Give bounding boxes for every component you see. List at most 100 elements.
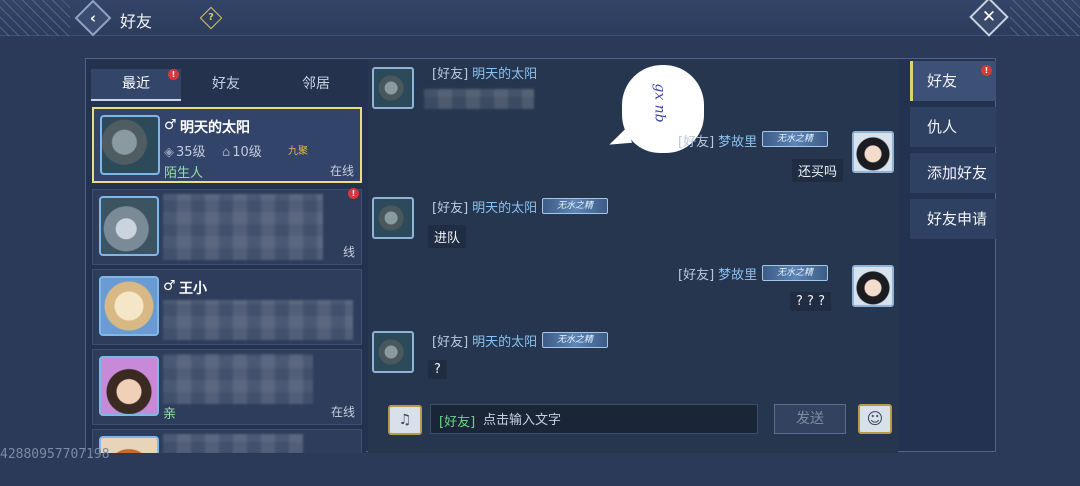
title-badge: 无水之精 — [762, 265, 828, 281]
level-value: 35级 — [176, 145, 206, 160]
male-icon: ♂ — [164, 117, 177, 133]
friend-card[interactable]: ! 线 — [92, 188, 362, 265]
friend-card[interactable] — [92, 429, 362, 453]
blurred-message — [424, 89, 534, 109]
sender-name[interactable]: 明天的太阳 — [472, 67, 537, 82]
gold-tag: 九聚 — [288, 146, 308, 157]
male-icon: ♂ — [163, 278, 176, 294]
side-tab-label: 好友 — [927, 72, 958, 90]
tab-recent-label: 最近 — [122, 76, 150, 92]
close-button[interactable]: ✕ — [969, 0, 1009, 37]
friend-list-panel: 最近 ! 好友 邻居 ♂ 明天的太阳 ◈ 35级 ⌂ 10级 九聚 陌生人 在线… — [86, 59, 366, 453]
chick-avatar — [99, 276, 159, 336]
side-tab-friend-requests[interactable]: 好友申请 — [910, 199, 996, 239]
page-title: 好友 — [120, 12, 153, 31]
rank-value: 10级 — [232, 145, 262, 160]
message-bubble: 还买吗 — [792, 159, 844, 182]
channel-tag: [好友] — [432, 67, 469, 82]
message-bubble: ? ? ? — [790, 292, 831, 311]
send-button[interactable]: 发送 — [774, 404, 846, 434]
friend-list[interactable]: ♂ 明天的太阳 ◈ 35级 ⌂ 10级 九聚 陌生人 在线 ! 线 ♂ 王小 亲… — [92, 107, 362, 453]
chat-input[interactable] — [483, 409, 751, 431]
friend-tabs: 最近 ! 好友 邻居 — [91, 69, 361, 101]
channel-tag: [好友] — [432, 335, 469, 350]
tab-friends[interactable]: 好友 — [181, 69, 271, 101]
friends-window: 最近 ! 好友 邻居 ♂ 明天的太阳 ◈ 35级 ⌂ 10级 九聚 陌生人 在线… — [85, 58, 996, 453]
sender-avatar[interactable] — [372, 331, 414, 373]
message-header: [好友] 明天的太阳 — [432, 63, 537, 82]
side-tab-friends[interactable]: 好友 ! — [910, 61, 996, 101]
tab-neighbors-label: 邻居 — [302, 76, 330, 92]
friend-card[interactable]: ♂ 明天的太阳 ◈ 35级 ⌂ 10级 九聚 陌生人 在线 — [92, 107, 362, 183]
side-tab-label: 好友申请 — [927, 210, 988, 228]
online-status: 线 — [342, 245, 355, 259]
friend-card[interactable]: 亲 在线 — [92, 349, 362, 425]
online-status: 在线 — [329, 164, 354, 178]
channel-tag: [好友] — [678, 135, 715, 150]
channel-tag: [好友] — [432, 201, 469, 216]
tab-recent[interactable]: 最近 ! — [91, 69, 181, 101]
self-avatar[interactable] — [852, 265, 894, 307]
blurred-info — [163, 300, 353, 340]
channel-prefix[interactable]: [好友] — [439, 411, 475, 430]
title-badge: 无水之精 — [542, 198, 608, 214]
back-button[interactable]: ‹ — [74, 0, 112, 37]
emoji-icon: ☺ — [866, 409, 884, 428]
chat-area[interactable]: [好友] 明天的太阳 gx nb [好友] 梦故里 无水之精 还买吗 [好友] 明天的… — [368, 59, 898, 453]
notification-badge: ! — [981, 65, 992, 76]
blurred-info — [163, 434, 303, 453]
self-avatar[interactable] — [852, 131, 894, 173]
message-header: [好友] 明天的太阳 — [432, 197, 537, 216]
channel-tag: [好友] — [678, 268, 715, 283]
friend-name: 明天的太阳 — [180, 120, 250, 136]
message-bubble: ? — [428, 360, 447, 379]
sender-name[interactable]: 梦故里 — [718, 135, 757, 150]
boy-avatar — [99, 356, 159, 416]
sticker-text: gx nb — [651, 83, 668, 123]
sender-name[interactable]: 明天的太阳 — [472, 335, 537, 350]
close-icon: ✕ — [981, 7, 997, 27]
message-header: [好友] 明天的太阳 — [432, 331, 537, 350]
corner-ornament-right — [1010, 0, 1080, 36]
notification-badge: ! — [348, 188, 359, 199]
voice-button[interactable]: ♫ — [388, 405, 422, 435]
corner-ornament-left — [0, 0, 70, 36]
friend-card[interactable]: ♂ 王小 — [92, 269, 362, 345]
sender-avatar[interactable] — [372, 67, 414, 109]
chat-input-box[interactable]: [好友] — [430, 404, 758, 434]
emoji-button[interactable]: ☺ — [858, 404, 892, 434]
level-icon: ◈ — [164, 145, 174, 160]
relation-label: 陌生人 — [164, 166, 204, 181]
message-bubble: 进队 — [428, 225, 467, 248]
title-badge: 无水之精 — [762, 131, 828, 147]
help-button[interactable]: ? — [199, 6, 223, 30]
question-icon: ? — [208, 11, 214, 23]
blurred-info — [163, 354, 313, 404]
rank-info: ⌂ 10级 — [222, 141, 262, 160]
message-header: [好友] 梦故里 — [678, 264, 757, 283]
rhino-avatar — [100, 115, 160, 175]
online-status: 在线 — [330, 405, 355, 419]
level-info: ◈ 35级 — [164, 141, 206, 160]
microphone-icon: ♫ — [398, 412, 412, 428]
friend-name: 王小 — [179, 281, 207, 297]
sender-avatar[interactable] — [372, 197, 414, 239]
chevron-left-icon: ‹ — [89, 9, 97, 27]
relation-label: 亲 — [163, 407, 177, 422]
tab-neighbors[interactable]: 邻居 — [271, 69, 361, 101]
side-tab-add-friend[interactable]: 添加好友 — [910, 153, 996, 193]
top-bar: ‹ 好友 ? ✕ — [0, 0, 1080, 37]
tab-friends-label: 好友 — [212, 76, 240, 92]
sender-name[interactable]: 梦故里 — [718, 268, 757, 283]
sender-name[interactable]: 明天的太阳 — [472, 201, 537, 216]
title-badge: 无水之精 — [542, 332, 608, 348]
side-tab-label: 添加好友 — [927, 164, 988, 182]
watermark-id: 42880957707198 — [0, 447, 110, 462]
house-icon: ⌂ — [222, 145, 231, 160]
message-header: [好友] 梦故里 — [678, 131, 757, 150]
blurred-info — [163, 194, 323, 260]
side-tab-label: 仇人 — [927, 118, 958, 136]
notification-badge: ! — [168, 69, 179, 80]
shark-avatar — [99, 196, 159, 256]
side-tab-enemies[interactable]: 仇人 — [910, 107, 996, 147]
